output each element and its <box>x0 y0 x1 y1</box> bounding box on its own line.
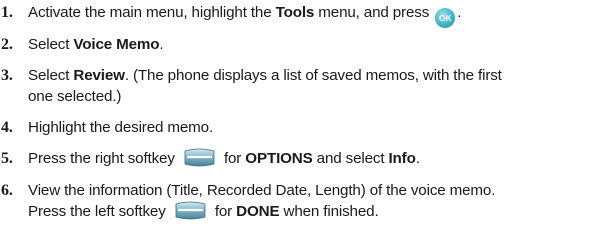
step-number: 6. <box>1 182 13 199</box>
step-6: 6. View the information (Title, Recorded… <box>0 180 593 222</box>
menu-name: Review <box>73 67 125 84</box>
step-3: 3. Select Review. (The phone displays a … <box>0 65 593 107</box>
step-number: 2. <box>1 36 13 53</box>
step-text: Press the right softkey for OPTIONS and … <box>28 148 420 167</box>
step-number: 3. <box>1 67 13 84</box>
step-text: View the information (Title, Recorded Da… <box>28 182 496 220</box>
step-number: 1. <box>1 4 13 21</box>
step-text: Select Voice Memo. <box>28 36 164 53</box>
step-4: 4. Highlight the desired memo. <box>0 117 593 138</box>
instruction-steps: 1. Activate the main menu, highlight the… <box>0 0 599 246</box>
right-softkey-icon <box>184 148 215 167</box>
menu-name: Voice Memo <box>73 36 160 53</box>
step-text: Select Review. (The phone displays a lis… <box>28 67 502 105</box>
step-2: 2. Select Voice Memo. <box>0 34 593 55</box>
ok-button-icon: OK <box>435 8 456 28</box>
step-1: 1. Activate the main menu, highlight the… <box>0 2 593 28</box>
menu-name: Tools <box>275 4 315 21</box>
step-number: 4. <box>1 119 13 136</box>
step-5: 5. Press the right softkey for OPTIONS a… <box>0 148 593 169</box>
option-name: OPTIONS <box>245 150 313 167</box>
step-text: Highlight the desired memo. <box>28 119 214 136</box>
left-softkey-icon <box>175 201 206 220</box>
option-name: Info <box>388 150 416 167</box>
step-text: Activate the main menu, highlight the To… <box>28 2 593 28</box>
step-number: 5. <box>1 150 13 167</box>
option-name: DONE <box>236 203 280 220</box>
